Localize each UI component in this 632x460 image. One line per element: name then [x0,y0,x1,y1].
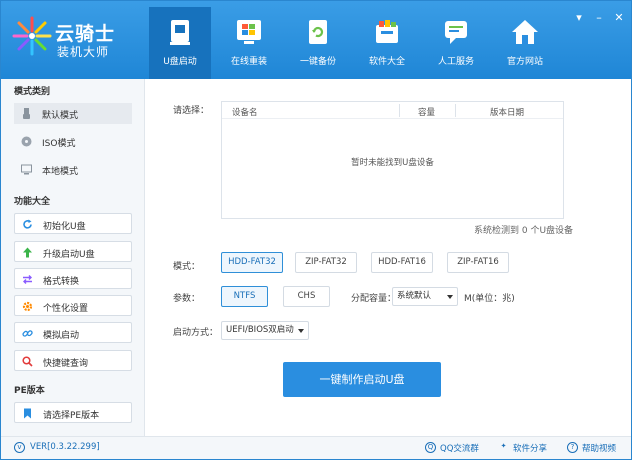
column-divider [399,104,400,117]
tab-usb-boot[interactable]: U盘启动 [149,7,211,79]
column-version-date: 版本日期 [490,108,525,118]
column-device-name: 设备名 [232,108,258,118]
chevron-down-icon [447,295,453,299]
simulate-boot-button[interactable]: 模拟启动 [14,322,132,343]
select-device-label: 请选择： [173,106,210,116]
make-boot-usb-button[interactable]: 一键制作启动U盘 [283,362,441,397]
init-usb-button[interactable]: 初始化U盘 [14,213,132,234]
mode-hdd-fat16[interactable]: HDD-FAT16 [371,252,433,273]
sidebar-item-local-mode[interactable]: 本地模式 [14,159,132,180]
upgrade-boot-usb-button[interactable]: 升级启动U盘 [14,241,132,262]
mode-zip-fat32[interactable]: ZIP-FAT32 [295,252,357,273]
usb-device-table[interactable]: 设备名 容量 版本日期 暂时未能找到U盘设备 [221,101,564,219]
convert-icon [23,275,32,284]
tab-label: U盘启动 [163,57,197,67]
alloc-unit-label: M(单位：兆) [464,294,515,304]
help-video-text: 帮助视频 [582,444,617,454]
button-label: 升级启动U盘 [43,250,95,260]
usb-drive-icon [170,20,190,45]
tab-label: 在线重装 [230,57,267,67]
close-button[interactable]: ✕ [611,11,627,24]
column-divider [455,104,456,117]
sidebar-item-iso-mode[interactable]: ISO模式 [14,131,132,152]
minimize-button[interactable]: – [591,11,607,24]
button-label: 个性化设置 [43,304,89,314]
help-icon: ? [567,442,578,453]
boot-mode-label: 启动方式： [173,328,219,338]
button-label: 快捷键查询 [43,359,89,369]
functions-header: 功能大全 [14,197,51,207]
app-title: 云骑士 [55,23,116,45]
qq-group-text: QQ交流群 [440,444,479,454]
pe-version-header: PE版本 [14,386,45,396]
sidebar: 模式类别 默认模式 ISO模式 本地模式 功能大全 初始化U盘 升级启动U盘 格… [1,79,145,436]
sidebar-item-label: 默认模式 [42,111,79,121]
settings-gear-icon [22,301,33,312]
link-icon [22,330,33,337]
params-label: 参数： [173,294,201,304]
share-text: 软件分享 [513,444,548,454]
chevron-down-circle-icon: v [14,442,25,453]
disc-icon [21,136,32,147]
chevron-down-icon [298,329,304,333]
menu-dropdown-button[interactable]: ▾ [571,11,587,24]
select-pe-version-button[interactable]: 请选择PE版本 [14,402,132,423]
format-convert-button[interactable]: 格式转换 [14,268,132,289]
tab-human-service[interactable]: 人工服务 [425,7,487,73]
tab-software[interactable]: 软件大全 [356,7,418,73]
qq-icon: Q [425,442,436,453]
param-ntfs[interactable]: NTFS [221,286,268,307]
tab-online-reinstall[interactable]: 在线重装 [218,7,280,73]
tab-official-site[interactable]: 官方网站 [494,7,556,73]
mode-category-header: 模式类别 [14,87,51,97]
sidebar-item-default-mode[interactable]: 默认模式 [14,103,132,124]
software-box-icon [376,20,398,43]
chat-service-icon [445,21,467,44]
personalize-settings-button[interactable]: 个性化设置 [14,295,132,316]
app-subtitle: 装机大师 [57,45,110,59]
windows-icon [237,20,261,44]
top-banner: 云骑士 装机大师 U盘启动 在线重装 一键备份 软件大全 人工服务 官方网站 ▾… [1,1,631,79]
empty-device-message: 暂时未能找到U盘设备 [351,158,434,168]
main-panel: 请选择： 设备名 容量 版本日期 暂时未能找到U盘设备 系统检测到 0 个U盘设… [146,79,631,436]
table-header: 设备名 容量 版本日期 [222,102,563,119]
tab-backup[interactable]: 一键备份 [287,7,349,73]
mode-hdd-fat32[interactable]: HDD-FAT32 [221,252,283,273]
backup-icon [309,20,327,44]
alloc-capacity-value: 系统默认 [397,291,432,301]
version-text: VER[0.3.22.299] [30,442,100,452]
tab-label: 人工服务 [437,57,474,67]
button-label: 初始化U盘 [43,222,86,232]
hotkey-lookup-button[interactable]: 快捷键查询 [14,350,132,371]
sidebar-item-label: 本地模式 [42,167,79,177]
boot-mode-select[interactable]: UEFI/BIOS双启动 [221,321,309,340]
mode-zip-fat16[interactable]: ZIP-FAT16 [447,252,509,273]
boot-mode-value: UEFI/BIOS双启动 [226,325,294,335]
share-icon: ✦ [500,442,507,450]
home-icon [512,20,538,44]
detect-status: 系统检测到 0 个U盘设备 [474,226,574,236]
tab-label: 软件大全 [368,57,405,67]
refresh-icon [23,219,32,229]
button-label: 模拟启动 [43,331,80,341]
monitor-icon [21,164,32,175]
sidebar-item-label: ISO模式 [42,139,76,149]
tab-label: 一键备份 [299,57,336,67]
button-label: 请选择PE版本 [43,411,100,421]
alloc-capacity-select[interactable]: 系统默认 [392,287,458,306]
button-label: 格式转换 [43,277,80,287]
tab-label: 官方网站 [506,57,543,67]
status-bar: v VER[0.3.22.299] Q QQ交流群 ✦ 软件分享 ? 帮助视频 [1,436,631,459]
logo: 云骑士 装机大师 [11,13,141,63]
search-icon [22,356,33,367]
alloc-capacity-label: 分配容量： [351,294,397,304]
mode-label: 模式： [173,262,201,272]
upgrade-arrow-icon [23,247,32,258]
logo-icon [12,16,52,56]
usb-stick-icon [23,108,30,119]
bookmark-icon [24,408,31,419]
param-chs[interactable]: CHS [283,286,330,307]
app-window: 云骑士 装机大师 U盘启动 在线重装 一键备份 软件大全 人工服务 官方网站 ▾… [0,0,632,460]
column-capacity: 容量 [418,108,436,118]
